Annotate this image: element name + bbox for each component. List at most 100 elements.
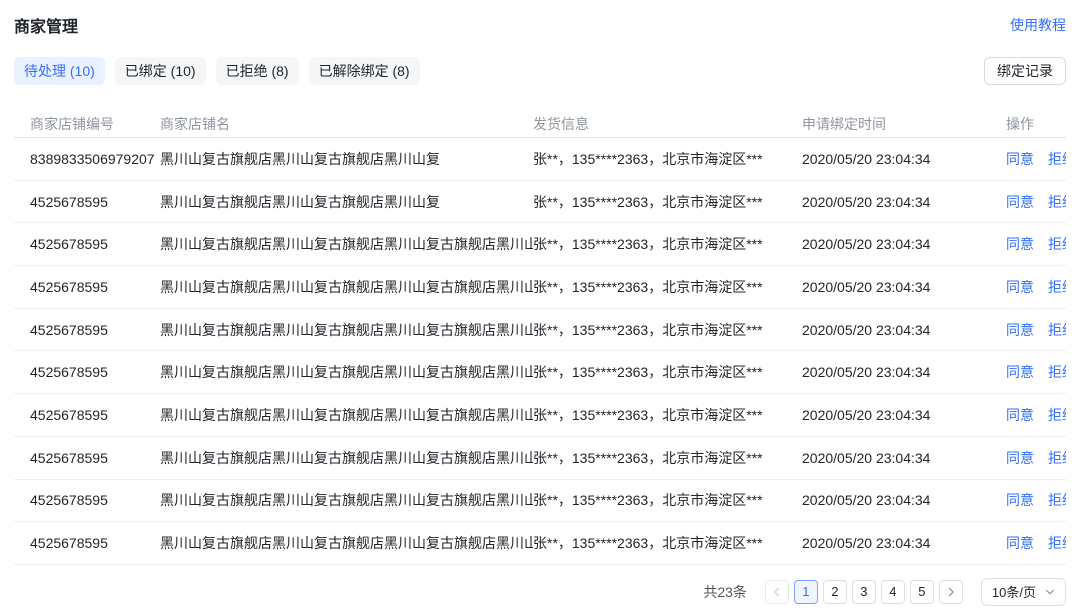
- operation-cell: 同意 拒绝: [992, 533, 1066, 553]
- reject-link[interactable]: 拒绝: [1048, 405, 1066, 425]
- table-row: 4525678595 黑川山复古旗舰店黑川山复古旗舰店黑川山复古旗舰店黑川山复古…: [14, 437, 1066, 480]
- reject-link[interactable]: 拒绝: [1048, 149, 1066, 169]
- page-size-value: 10条/页: [992, 582, 1036, 601]
- table-row: 4525678595 黑川山复古旗舰店黑川山复古旗舰店黑川山复古旗舰店黑川山复古…: [14, 480, 1066, 523]
- shop-name-cell: 黑川山复古旗舰店黑川山复古旗舰店黑川山复古旗舰店黑川山复古旗: [160, 234, 533, 254]
- page-button-4[interactable]: 4: [881, 580, 905, 604]
- apply-time-cell: 2020/05/20 23:04:34: [802, 322, 992, 338]
- operation-cell: 同意 拒绝: [992, 149, 1066, 169]
- shipping-info-cell: 张**，135****2363，北京市海淀区***: [533, 362, 802, 382]
- tab-2[interactable]: 已拒绝 (8): [216, 57, 299, 85]
- operation-cell: 同意 拒绝: [992, 192, 1066, 212]
- shop-name-cell: 黑川山复古旗舰店黑川山复古旗舰店黑川山复: [160, 149, 533, 169]
- shop-id-cell: 4525678595: [30, 407, 160, 423]
- column-header-shipping-info: 发货信息: [533, 114, 802, 134]
- operation-cell: 同意 拒绝: [992, 448, 1066, 468]
- pagination: 共23条 12345 10条/页: [14, 578, 1066, 606]
- reject-link[interactable]: 拒绝: [1048, 490, 1066, 510]
- approve-link[interactable]: 同意: [1006, 448, 1034, 468]
- shipping-info-cell: 张**，135****2363，北京市海淀区***: [533, 149, 802, 169]
- reject-link[interactable]: 拒绝: [1048, 192, 1066, 212]
- apply-time-cell: 2020/05/20 23:04:34: [802, 194, 992, 210]
- merchant-management-page: 商家管理 使用教程 待处理 (10) 已绑定 (10) 已拒绝 (8) 已解除绑定 (…: [0, 0, 1080, 606]
- binding-record-button[interactable]: 绑定记录: [984, 57, 1066, 85]
- shop-id-cell: 4525678595: [30, 492, 160, 508]
- reject-link[interactable]: 拒绝: [1048, 362, 1066, 382]
- chevron-left-icon: [772, 587, 782, 597]
- shipping-info-cell: 张**，135****2363，北京市海淀区***: [533, 490, 802, 510]
- apply-time-cell: 2020/05/20 23:04:34: [802, 535, 992, 551]
- approve-link[interactable]: 同意: [1006, 405, 1034, 425]
- approve-link[interactable]: 同意: [1006, 234, 1034, 254]
- tab-1[interactable]: 已绑定 (10): [115, 57, 206, 85]
- shipping-info-cell: 张**，135****2363，北京市海淀区***: [533, 320, 802, 340]
- apply-time-cell: 2020/05/20 23:04:34: [802, 492, 992, 508]
- shop-id-cell: 4525678595: [30, 450, 160, 466]
- top-bar: 商家管理 使用教程: [14, 0, 1066, 37]
- total-count: 共23条: [703, 582, 747, 602]
- table-row: 4525678595 黑川山复古旗舰店黑川山复古旗舰店黑川山复古旗舰店黑川山复古…: [14, 309, 1066, 352]
- shop-id-cell: 4525678595: [30, 236, 160, 252]
- shop-name-cell: 黑川山复古旗舰店黑川山复古旗舰店黑川山复古旗舰店黑川山复古旗: [160, 533, 533, 553]
- shipping-info-cell: 张**，135****2363，北京市海淀区***: [533, 277, 802, 297]
- table-row: 4525678595 黑川山复古旗舰店黑川山复古旗舰店黑川山复古旗舰店黑川山复古…: [14, 522, 1066, 565]
- approve-link[interactable]: 同意: [1006, 277, 1034, 297]
- chevron-right-icon: [946, 587, 956, 597]
- tab-3[interactable]: 已解除绑定 (8): [309, 57, 420, 85]
- approve-link[interactable]: 同意: [1006, 362, 1034, 382]
- shop-id-cell: 4525678595: [30, 535, 160, 551]
- approve-link[interactable]: 同意: [1006, 490, 1034, 510]
- table-header: 商家店铺编号 商家店铺名 发货信息 申请绑定时间 操作: [14, 110, 1066, 138]
- page-title: 商家管理: [14, 13, 78, 37]
- shop-name-cell: 黑川山复古旗舰店黑川山复古旗舰店黑川山复古旗舰店黑川山复古旗: [160, 362, 533, 382]
- shop-id-cell: 8389833506979207: [30, 151, 160, 167]
- shop-name-cell: 黑川山复古旗舰店黑川山复古旗舰店黑川山复: [160, 192, 533, 212]
- table-row: 4525678595 黑川山复古旗舰店黑川山复古旗舰店黑川山复古旗舰店黑川山复古…: [14, 351, 1066, 394]
- shop-name-cell: 黑川山复古旗舰店黑川山复古旗舰店黑川山复古旗舰店黑川山复古旗: [160, 448, 533, 468]
- shipping-info-cell: 张**，135****2363，北京市海淀区***: [533, 405, 802, 425]
- reject-link[interactable]: 拒绝: [1048, 234, 1066, 254]
- table-row: 4525678595 黑川山复古旗舰店黑川山复古旗舰店黑川山复古旗舰店黑川山复古…: [14, 266, 1066, 309]
- operation-cell: 同意 拒绝: [992, 362, 1066, 382]
- tab-bar: 待处理 (10) 已绑定 (10) 已拒绝 (8) 已解除绑定 (8) 绑定记录: [14, 57, 1066, 85]
- shipping-info-cell: 张**，135****2363，北京市海淀区***: [533, 192, 802, 212]
- page-button-5[interactable]: 5: [910, 580, 934, 604]
- column-header-operation: 操作: [992, 114, 1066, 134]
- page-size-select[interactable]: 10条/页: [981, 578, 1066, 606]
- page-button-3[interactable]: 3: [852, 580, 876, 604]
- reject-link[interactable]: 拒绝: [1048, 320, 1066, 340]
- page-button-1[interactable]: 1: [794, 580, 818, 604]
- tab-0[interactable]: 待处理 (10): [14, 57, 105, 85]
- apply-time-cell: 2020/05/20 23:04:34: [802, 364, 992, 380]
- apply-time-cell: 2020/05/20 23:04:34: [802, 450, 992, 466]
- operation-cell: 同意 拒绝: [992, 490, 1066, 510]
- shop-name-cell: 黑川山复古旗舰店黑川山复古旗舰店黑川山复古旗舰店黑川山复古旗: [160, 490, 533, 510]
- approve-link[interactable]: 同意: [1006, 149, 1034, 169]
- table-row: 4525678595 黑川山复古旗舰店黑川山复古旗舰店黑川山复古旗舰店黑川山复古…: [14, 394, 1066, 437]
- shop-name-cell: 黑川山复古旗舰店黑川山复古旗舰店黑川山复古旗舰店黑川山复古旗: [160, 277, 533, 297]
- page-buttons: 12345: [765, 580, 963, 604]
- shop-name-cell: 黑川山复古旗舰店黑川山复古旗舰店黑川山复古旗舰店黑川山复古旗: [160, 405, 533, 425]
- table-row: 4525678595 黑川山复古旗舰店黑川山复古旗舰店黑川山复古旗舰店黑川山复古…: [14, 223, 1066, 266]
- page-button-2[interactable]: 2: [823, 580, 847, 604]
- merchant-table: 商家店铺编号 商家店铺名 发货信息 申请绑定时间 操作 838983350697…: [14, 110, 1066, 565]
- apply-time-cell: 2020/05/20 23:04:34: [802, 151, 992, 167]
- column-header-apply-time: 申请绑定时间: [802, 114, 992, 134]
- column-header-shop-id: 商家店铺编号: [30, 114, 160, 134]
- shipping-info-cell: 张**，135****2363，北京市海淀区***: [533, 448, 802, 468]
- table-row: 4525678595 黑川山复古旗舰店黑川山复古旗舰店黑川山复 张**，135*…: [14, 181, 1066, 224]
- shop-id-cell: 4525678595: [30, 194, 160, 210]
- shipping-info-cell: 张**，135****2363，北京市海淀区***: [533, 234, 802, 254]
- reject-link[interactable]: 拒绝: [1048, 448, 1066, 468]
- reject-link[interactable]: 拒绝: [1048, 277, 1066, 297]
- approve-link[interactable]: 同意: [1006, 533, 1034, 553]
- shop-id-cell: 4525678595: [30, 279, 160, 295]
- column-header-shop-name: 商家店铺名: [160, 114, 533, 134]
- chevron-down-icon: [1045, 587, 1055, 597]
- next-page-button[interactable]: [939, 580, 963, 604]
- prev-page-button[interactable]: [765, 580, 789, 604]
- tutorial-link[interactable]: 使用教程: [1010, 15, 1066, 35]
- approve-link[interactable]: 同意: [1006, 192, 1034, 212]
- reject-link[interactable]: 拒绝: [1048, 533, 1066, 553]
- approve-link[interactable]: 同意: [1006, 320, 1034, 340]
